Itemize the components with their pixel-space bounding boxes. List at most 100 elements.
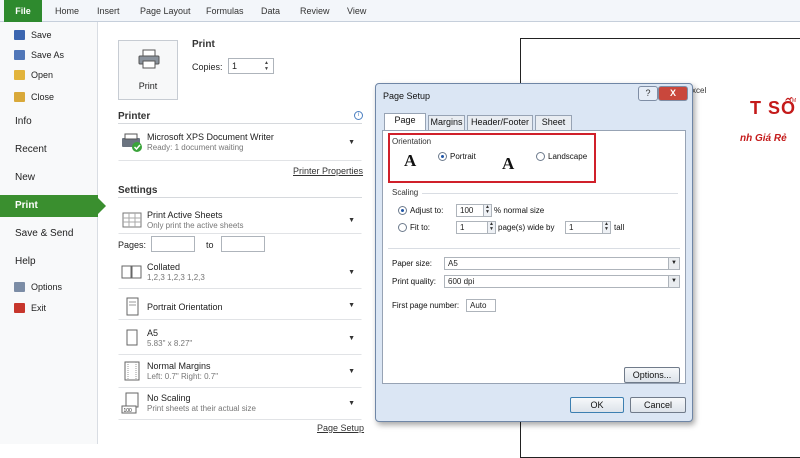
tab-page[interactable]: Page <box>384 113 426 131</box>
landscape-label: Landscape <box>548 152 588 161</box>
tab-formulas[interactable]: Formulas <box>206 0 244 22</box>
nav-new[interactable]: New <box>0 167 98 189</box>
chevron-down-icon: ▼ <box>668 258 679 269</box>
scaling-icon: 100 <box>121 392 139 414</box>
portrait-label: Portrait <box>450 152 476 161</box>
pages-to-label: to <box>206 240 214 250</box>
nav-print[interactable]: Print <box>0 195 106 217</box>
paper-size-select-value: A5 <box>448 259 458 268</box>
fit-wide-spinner-icon[interactable]: ▲ ▼ <box>487 221 496 234</box>
printer-name: Microsoft XPS Document Writer <box>147 132 274 142</box>
print-quality-label: Print quality: <box>392 277 437 286</box>
adjust-suffix: % normal size <box>494 206 545 215</box>
print-heading: Print <box>192 39 215 50</box>
printer-dropdown[interactable]: Microsoft XPS Document Writer Ready: 1 d… <box>118 127 362 161</box>
nav-open[interactable]: Open <box>0 66 98 84</box>
adjust-to-input[interactable]: 100 <box>456 204 484 217</box>
exit-icon <box>14 303 25 313</box>
dropdown-arrow-icon: ▼ <box>348 400 355 407</box>
save-icon <box>14 30 25 40</box>
tab-file[interactable]: File <box>4 0 42 22</box>
pages-to-input[interactable] <box>221 236 265 252</box>
paper-size-dropdown[interactable]: A5 5.83" x 8.27" ▼ <box>118 323 362 355</box>
tab-margins[interactable]: Margins <box>428 115 465 130</box>
landscape-radio[interactable] <box>536 152 545 161</box>
copies-value: 1 <box>232 61 238 71</box>
nav-exit[interactable]: Exit <box>0 299 98 317</box>
nav-save-as[interactable]: Save As <box>0 46 98 64</box>
margins-dropdown[interactable]: Normal Margins Left: 0.7" Right: 0.7" ▼ <box>118 356 362 388</box>
ok-button[interactable]: OK <box>570 397 624 413</box>
info-icon[interactable]: i <box>354 111 363 120</box>
adjust-to-radio[interactable] <box>398 206 407 215</box>
fit-wide-suffix: page(s) wide by <box>498 223 555 232</box>
cancel-button[interactable]: Cancel <box>630 397 686 413</box>
tab-page-layout[interactable]: Page Layout <box>140 0 191 22</box>
tab-review[interactable]: Review <box>300 0 330 22</box>
preview-tagline: nh Giá Rẻ <box>740 133 787 144</box>
paper-size-select[interactable]: A5 ▼ <box>444 257 680 270</box>
settings-heading: Settings <box>118 185 158 196</box>
tab-sheet[interactable]: Sheet <box>535 115 572 130</box>
nav-recent[interactable]: Recent <box>0 139 98 161</box>
print-button[interactable]: Print <box>118 40 178 100</box>
ribbon-tabs: File Home Insert Page Layout Formulas Da… <box>0 0 800 22</box>
nav-save-send[interactable]: Save & Send <box>0 223 98 245</box>
close-button[interactable]: X <box>658 86 688 101</box>
scaling-dropdown[interactable]: 100 No Scaling Print sheets at their act… <box>118 388 362 420</box>
print-what-dropdown[interactable]: Print Active Sheets Only print the activ… <box>118 205 362 234</box>
margins-desc: Left: 0.7" Right: 0.7" <box>147 372 219 381</box>
tab-insert[interactable]: Insert <box>97 0 120 22</box>
paper-size-desc: 5.83" x 8.27" <box>147 339 193 348</box>
print-button-label: Print <box>138 81 158 91</box>
tab-data[interactable]: Data <box>261 0 280 22</box>
scaling-desc: Print sheets at their actual size <box>147 404 256 413</box>
page-setup-link[interactable]: Page Setup <box>317 423 364 433</box>
orientation-dropdown[interactable]: Portrait Orientation ▼ <box>118 292 362 320</box>
dropdown-arrow-icon: ▼ <box>348 139 355 146</box>
copies-input[interactable]: 1 ▲ ▼ <box>228 58 274 74</box>
print-quality-select[interactable]: 600 dpi ▼ <box>444 275 680 288</box>
printer-ready-icon <box>122 133 142 152</box>
tab-home[interactable]: Home <box>55 0 79 22</box>
collated-icon <box>121 265 142 279</box>
collate-dropdown[interactable]: Collated 1,2,3 1,2,3 1,2,3 ▼ <box>118 257 362 289</box>
nav-close[interactable]: Close <box>0 88 98 106</box>
fit-wide-input[interactable]: 1 <box>456 221 488 234</box>
landscape-glyph: A <box>502 154 515 173</box>
fit-tall-input[interactable]: 1 <box>565 221 603 234</box>
nav-help[interactable]: Help <box>0 251 98 273</box>
printer-properties-link[interactable]: Printer Properties <box>293 166 363 176</box>
divider <box>118 123 362 124</box>
orientation-value: Portrait Orientation <box>147 302 223 312</box>
scaling-label: Scaling <box>392 188 419 197</box>
spin-down-icon[interactable]: ▼ <box>264 66 271 73</box>
fit-to-label: Fit to: <box>410 223 431 232</box>
pages-label: Pages: <box>118 240 147 250</box>
portrait-glyph: A <box>404 151 417 170</box>
printer-icon <box>138 49 160 69</box>
save-as-icon <box>14 50 25 60</box>
fit-tall-spinner-icon[interactable]: ▲ ▼ <box>602 221 611 234</box>
tab-view[interactable]: View <box>347 0 366 22</box>
nav-info[interactable]: Info <box>0 111 98 133</box>
nav-options[interactable]: Options <box>0 278 98 296</box>
options-button[interactable]: Options... <box>624 367 680 383</box>
collate-value: Collated <box>147 262 181 272</box>
pages-from-input[interactable] <box>151 236 195 252</box>
help-button[interactable]: ? <box>638 86 658 101</box>
fit-to-radio[interactable] <box>398 223 407 232</box>
nav-save[interactable]: Save <box>0 26 98 44</box>
nav-open-label: Open <box>31 70 54 80</box>
dropdown-arrow-icon: ▼ <box>348 368 355 375</box>
portrait-radio[interactable] <box>438 152 447 161</box>
paper-size-label: Paper size: <box>392 259 433 268</box>
tab-header-footer[interactable]: Header/Footer <box>467 115 533 130</box>
dropdown-arrow-icon: ▼ <box>348 302 355 309</box>
divider <box>388 248 680 249</box>
first-page-input[interactable]: Auto <box>466 299 496 312</box>
adjust-spinner-icon[interactable]: ▲ ▼ <box>483 204 492 217</box>
print-what-desc: Only print the active sheets <box>147 221 244 230</box>
dropdown-arrow-icon: ▼ <box>348 217 355 224</box>
print-quality-select-value: 600 dpi <box>448 277 475 286</box>
